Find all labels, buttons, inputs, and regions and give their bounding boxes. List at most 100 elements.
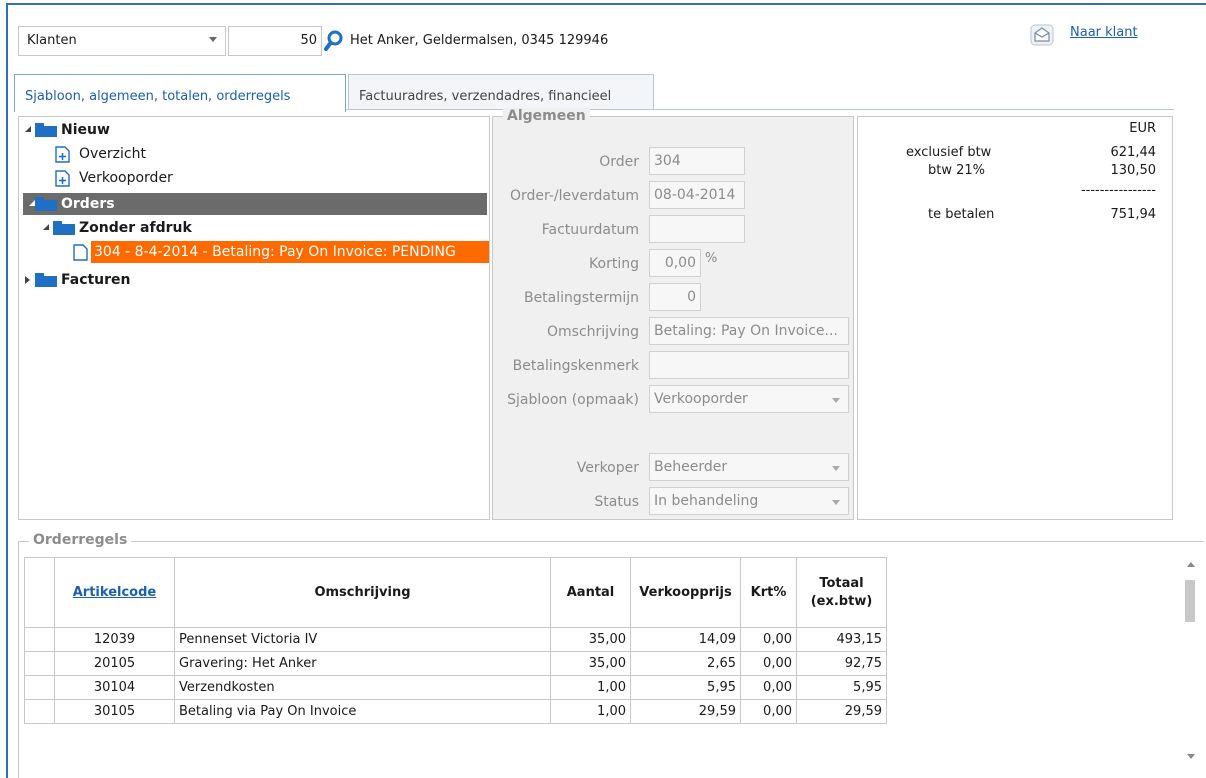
tree-node-verkooporder[interactable]: Verkooporder	[53, 167, 253, 189]
tree-node-nieuw[interactable]: Nieuw	[25, 119, 235, 141]
row-selector[interactable]	[24, 627, 55, 652]
expand-down-icon[interactable]	[25, 126, 31, 132]
excl-btw-value: 621,44	[1110, 145, 1157, 160]
tree-node-zonder-afdruk[interactable]: Zonder afdruk	[43, 217, 253, 239]
currency-label: EUR	[1129, 121, 1156, 136]
expand-down-icon[interactable]	[43, 224, 49, 230]
cell-omschrijving[interactable]: Verzendkosten	[174, 675, 551, 700]
expand-right-icon[interactable]	[25, 276, 30, 284]
tab-sjabloon-algemeen[interactable]: Sjabloon, algemeen, totalen, orderregels	[14, 74, 346, 112]
orderregels-table: Artikelcode Omschrijving Aantal Verkoopp…	[24, 557, 887, 724]
column-omschrijving[interactable]: Omschrijving	[174, 557, 551, 628]
cell-verkoopprijs[interactable]: 5,95	[630, 675, 741, 700]
chevron-down-icon	[832, 466, 840, 471]
cell-verkoopprijs[interactable]: 29,59	[630, 699, 741, 724]
cell-krt[interactable]: 0,00	[740, 699, 797, 724]
omschrijving-label: Omschrijving	[547, 324, 639, 340]
cell-omschrijving[interactable]: Betaling via Pay On Invoice	[174, 699, 551, 724]
cell-artikelcode[interactable]: 20105	[54, 651, 175, 676]
korting-field[interactable]: 0,00	[649, 249, 701, 277]
cell-artikelcode[interactable]: 30104	[54, 675, 175, 700]
cell-omschrijving[interactable]: Gravering: Het Anker	[174, 651, 551, 676]
tree-node-orders[interactable]: Orders	[23, 193, 487, 215]
relation-type-select[interactable]: Klanten	[18, 26, 226, 56]
tree-node-order-304[interactable]: 304 - 8-4-2014 - Betaling: Pay On Invoic…	[71, 241, 491, 263]
document-tree: Nieuw Overzicht Verkooporder Orders Zond…	[18, 116, 490, 520]
row-selector[interactable]	[24, 699, 55, 724]
folder-icon	[35, 123, 57, 137]
cell-artikelcode[interactable]: 30105	[54, 699, 175, 724]
scroll-down-icon[interactable]	[1187, 754, 1195, 759]
folder-icon	[35, 197, 57, 211]
scroll-thumb[interactable]	[1185, 580, 1195, 622]
algemeen-group: Algemeen Order 304 Order-/leverdatum 08-…	[492, 108, 854, 520]
vertical-scrollbar[interactable]	[1180, 556, 1202, 766]
cell-verkoopprijs[interactable]: 14,09	[630, 627, 741, 652]
cell-krt[interactable]: 0,00	[740, 675, 797, 700]
termijn-field[interactable]: 0	[649, 283, 701, 311]
table-row[interactable]: 12039 Pennenset Victoria IV 35,00 14,09 …	[24, 627, 887, 652]
column-krt[interactable]: Krt%	[740, 557, 797, 628]
te-betalen-label: te betalen	[928, 207, 995, 222]
cell-totaal[interactable]: 29,59	[796, 699, 887, 724]
cell-artikelcode[interactable]: 12039	[54, 627, 175, 652]
cell-aantal[interactable]: 1,00	[550, 675, 631, 700]
cell-aantal[interactable]: 35,00	[550, 651, 631, 676]
tree-label-overzicht: Overzicht	[79, 146, 146, 162]
kenmerk-field[interactable]	[649, 351, 849, 379]
cell-totaal[interactable]: 493,15	[796, 627, 887, 652]
document-icon	[73, 244, 88, 261]
naar-klant-label[interactable]: Naar klant	[1070, 25, 1138, 40]
row-selector[interactable]	[24, 651, 55, 676]
tree-label-orders: Orders	[61, 196, 115, 212]
cell-aantal[interactable]: 1,00	[550, 699, 631, 724]
factuurdatum-field[interactable]	[649, 215, 745, 243]
status-select[interactable]: In behandeling	[649, 487, 849, 515]
table-row[interactable]: 30105 Betaling via Pay On Invoice 1,00 2…	[24, 699, 887, 724]
relation-type-value: Klanten	[27, 33, 77, 48]
status-value: In behandeling	[654, 493, 759, 509]
customer-number-input[interactable]: 50	[228, 26, 322, 56]
search-icon[interactable]	[324, 28, 346, 54]
tree-node-facturen[interactable]: Facturen	[25, 269, 235, 291]
orderregels-title: Orderregels	[29, 532, 132, 548]
cell-totaal[interactable]: 92,75	[796, 651, 887, 676]
tree-node-overzicht[interactable]: Overzicht	[53, 143, 253, 165]
new-document-icon	[55, 170, 70, 187]
column-verkoopprijs[interactable]: Verkoopprijs	[630, 557, 741, 628]
tree-label-nieuw: Nieuw	[61, 122, 110, 138]
mail-icon[interactable]	[1030, 24, 1054, 46]
chevron-down-icon	[209, 37, 217, 42]
cell-verkoopprijs[interactable]: 2,65	[630, 651, 741, 676]
column-artikelcode[interactable]: Artikelcode	[54, 557, 175, 628]
table-row[interactable]: 30104 Verzendkosten 1,00 5,95 0,00 5,95	[24, 675, 887, 700]
sjabloon-select[interactable]: Verkooporder	[649, 385, 849, 413]
order-field[interactable]: 304	[649, 147, 745, 175]
status-label: Status	[594, 494, 639, 510]
customer-info: Het Anker, Geldermalsen, 0345 129946	[350, 33, 609, 48]
window-frame-top	[8, 3, 1206, 5]
column-aantal[interactable]: Aantal	[550, 557, 631, 628]
omschrijving-field[interactable]: Betaling: Pay On Invoice...	[649, 317, 849, 345]
row-selector[interactable]	[24, 675, 55, 700]
cell-aantal[interactable]: 35,00	[550, 627, 631, 652]
column-totaal[interactable]: Totaal (ex.btw)	[796, 557, 887, 628]
scroll-up-icon[interactable]	[1187, 562, 1195, 567]
folder-icon	[35, 273, 57, 287]
tab-factuuradres[interactable]: Factuuradres, verzendadres, financieel	[348, 74, 654, 110]
table-row[interactable]: 20105 Gravering: Het Anker 35,00 2,65 0,…	[24, 651, 887, 676]
verkoper-select[interactable]: Beheerder	[649, 453, 849, 481]
leverdatum-label: Order-/leverdatum	[509, 188, 639, 204]
totals-panel: EUR exclusief btw 621,44 btw 21% 130,50 …	[857, 116, 1173, 520]
cell-totaal[interactable]: 5,95	[796, 675, 887, 700]
factuurdatum-label: Factuurdatum	[541, 222, 639, 238]
excl-btw-label: exclusief btw	[906, 145, 992, 160]
cell-krt[interactable]: 0,00	[740, 627, 797, 652]
chevron-down-icon	[832, 398, 840, 403]
row-selector-header[interactable]	[24, 557, 55, 628]
te-betalen-value: 751,94	[1110, 207, 1157, 222]
btw-value: 130,50	[1110, 163, 1157, 178]
cell-omschrijving[interactable]: Pennenset Victoria IV	[174, 627, 551, 652]
cell-krt[interactable]: 0,00	[740, 651, 797, 676]
leverdatum-field[interactable]: 08-04-2014	[649, 181, 745, 209]
